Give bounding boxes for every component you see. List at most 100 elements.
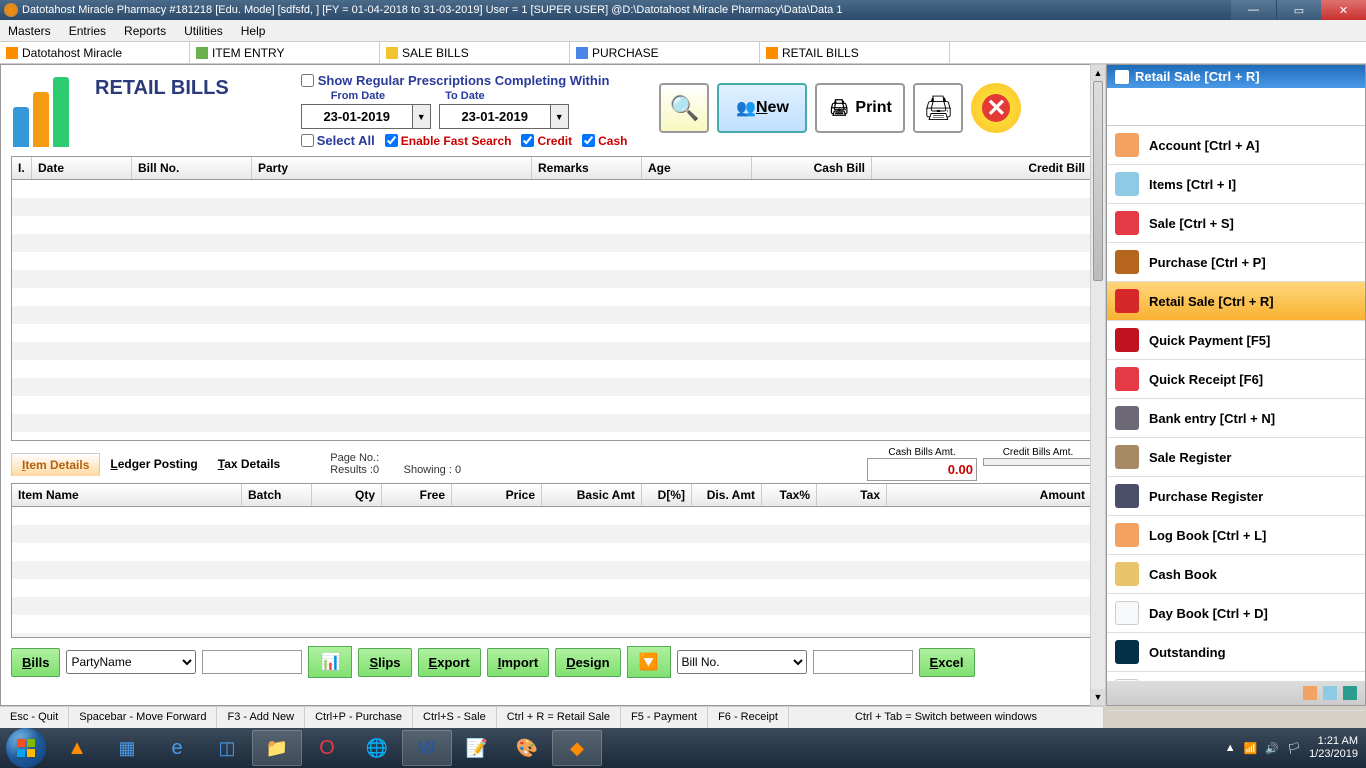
tray-volume-icon[interactable]: 🔊 (1265, 742, 1279, 755)
credit-checkbox[interactable]: Credit (521, 133, 572, 148)
footer-icon-3[interactable] (1343, 686, 1357, 700)
select-all-checkbox[interactable]: Select All (301, 133, 375, 148)
col-taxpct[interactable]: Tax% (762, 484, 817, 506)
tab-item-details[interactable]: Item Details (11, 453, 100, 476)
nav-log-book[interactable]: Log Book [Ctrl + L] (1107, 516, 1365, 555)
nav-items[interactable]: Items [Ctrl + I] (1107, 165, 1365, 204)
col-itemname[interactable]: Item Name (12, 484, 242, 506)
nav-search-area[interactable] (1107, 88, 1365, 126)
scroll-down-arrow[interactable]: ▼ (1091, 689, 1105, 705)
taskbar-ie-icon[interactable]: e (152, 730, 202, 766)
menu-masters[interactable]: Masters (8, 24, 51, 38)
tab-home[interactable]: Datotahost Miracle (0, 42, 190, 63)
cash-checkbox[interactable]: Cash (582, 133, 627, 148)
slips-button[interactable]: Slips (358, 648, 411, 677)
col-age[interactable]: Age (642, 157, 752, 179)
col-free[interactable]: Free (382, 484, 452, 506)
billno-filter-input[interactable] (813, 650, 913, 674)
printer-icon-button[interactable]: 🖨 (913, 83, 963, 133)
col-cashbill[interactable]: Cash Bill (752, 157, 872, 179)
nav-bank-entry[interactable]: Bank entry [Ctrl + N] (1107, 399, 1365, 438)
search-button[interactable]: 🔍 (659, 83, 709, 133)
taskbar-notes-icon[interactable]: 📝 (452, 730, 502, 766)
new-button[interactable]: 👥 New (717, 83, 807, 133)
nav-outstanding[interactable]: Outstanding (1107, 633, 1365, 672)
tray-time[interactable]: 1:21 AM (1309, 735, 1358, 748)
fast-search-checkbox[interactable]: Enable Fast Search (385, 133, 512, 148)
col-tax[interactable]: Tax (817, 484, 887, 506)
col-remarks[interactable]: Remarks (532, 157, 642, 179)
tab-ledger-posting[interactable]: Ledger Posting (100, 453, 207, 475)
export-button[interactable]: Export (418, 648, 481, 677)
col-basicamt[interactable]: Basic Amt (542, 484, 642, 506)
import-button[interactable]: Import (487, 648, 549, 677)
col-dpct[interactable]: D[%] (642, 484, 692, 506)
nav-account[interactable]: Account [Ctrl + A] (1107, 126, 1365, 165)
show-prescriptions-checkbox[interactable]: Show Regular Prescriptions Completing Wi… (301, 73, 628, 88)
col-price[interactable]: Price (452, 484, 542, 506)
taskbar-explorer-icon[interactable]: 📁 (252, 730, 302, 766)
menu-help[interactable]: Help (241, 24, 266, 38)
tray-date[interactable]: 1/23/2019 (1309, 748, 1358, 761)
col-index[interactable]: I. (12, 157, 32, 179)
window-minimize-button[interactable]: — (1231, 0, 1276, 20)
vertical-scrollbar[interactable]: ▲ ▼ (1090, 64, 1106, 706)
design-button[interactable]: Design (555, 648, 620, 677)
scroll-up-arrow[interactable]: ▲ (1091, 65, 1105, 81)
taskbar-vlc-icon[interactable]: ▲ (52, 730, 102, 766)
print-button[interactable]: 🖨 Print (815, 83, 905, 133)
window-close-button[interactable]: ✕ (1321, 0, 1366, 20)
nav-purchase-register[interactable]: Purchase Register (1107, 477, 1365, 516)
tray-network-icon[interactable]: 📶 (1244, 742, 1258, 755)
tab-sale-bills[interactable]: SALE BILLS (380, 42, 570, 63)
start-button[interactable] (6, 728, 46, 768)
footer-icon-2[interactable] (1323, 686, 1337, 700)
bills-button[interactable]: Bills (11, 648, 60, 677)
col-creditbill[interactable]: Credit Bill (872, 157, 1092, 179)
scroll-thumb[interactable] (1093, 81, 1103, 281)
footer-icon-1[interactable] (1303, 686, 1317, 700)
tab-item-entry[interactable]: ITEM ENTRY (190, 42, 380, 63)
nav-quick-receipt[interactable]: Quick Receipt [F6] (1107, 360, 1365, 399)
tab-purchase[interactable]: PURCHASE (570, 42, 760, 63)
billno-select[interactable]: Bill No. (677, 650, 807, 674)
menu-reports[interactable]: Reports (124, 24, 166, 38)
window-maximize-button[interactable]: ▭ (1276, 0, 1321, 20)
sort-icon-button[interactable]: 📊 (308, 646, 352, 678)
tab-retail-bills[interactable]: RETAIL BILLS (760, 42, 950, 63)
taskbar-opera-icon[interactable]: O (302, 730, 352, 766)
party-filter-input[interactable] (202, 650, 302, 674)
nav-sale-register[interactable]: Sale Register (1107, 438, 1365, 477)
close-button[interactable]: ✕ (971, 83, 1021, 133)
nav-retail-sale[interactable]: Retail Sale [Ctrl + R] (1107, 282, 1365, 321)
filter-icon-button[interactable]: 🔽 (627, 646, 671, 678)
taskbar-word-icon[interactable]: W (402, 730, 452, 766)
menu-entries[interactable]: Entries (69, 24, 106, 38)
taskbar-miracle-icon[interactable]: ◆ (552, 730, 602, 766)
col-party[interactable]: Party (252, 157, 532, 179)
nav-day-book[interactable]: Day Book [Ctrl + D] (1107, 594, 1365, 633)
col-batch[interactable]: Batch (242, 484, 312, 506)
nav-sale[interactable]: Sale [Ctrl + S] (1107, 204, 1365, 243)
nav-cash-book[interactable]: Cash Book (1107, 555, 1365, 594)
from-date-dropdown[interactable]: ▼ (412, 105, 430, 128)
partyname-select[interactable]: PartyName (66, 650, 196, 674)
tray-show-hidden-icon[interactable]: ▲ (1225, 742, 1236, 754)
bills-grid-body[interactable] (12, 180, 1092, 440)
from-date-input[interactable] (302, 105, 412, 128)
to-date-input[interactable] (440, 105, 550, 128)
col-date[interactable]: Date (32, 157, 132, 179)
nav-quick-payment[interactable]: Quick Payment [F5] (1107, 321, 1365, 360)
tab-tax-details[interactable]: Tax Details (208, 453, 291, 475)
taskbar-chrome-icon[interactable]: 🌐 (352, 730, 402, 766)
to-date-dropdown[interactable]: ▼ (550, 105, 568, 128)
col-billno[interactable]: Bill No. (132, 157, 252, 179)
col-amount[interactable]: Amount (887, 484, 1092, 506)
taskbar-app1-icon[interactable]: ▦ (102, 730, 152, 766)
menu-utilities[interactable]: Utilities (184, 24, 223, 38)
excel-button[interactable]: Excel (919, 648, 975, 677)
col-disamt[interactable]: Dis. Amt (692, 484, 762, 506)
tray-flag-icon[interactable]: 🏳 (1287, 742, 1301, 755)
nav-purchase[interactable]: Purchase [Ctrl + P] (1107, 243, 1365, 282)
col-qty[interactable]: Qty (312, 484, 382, 506)
